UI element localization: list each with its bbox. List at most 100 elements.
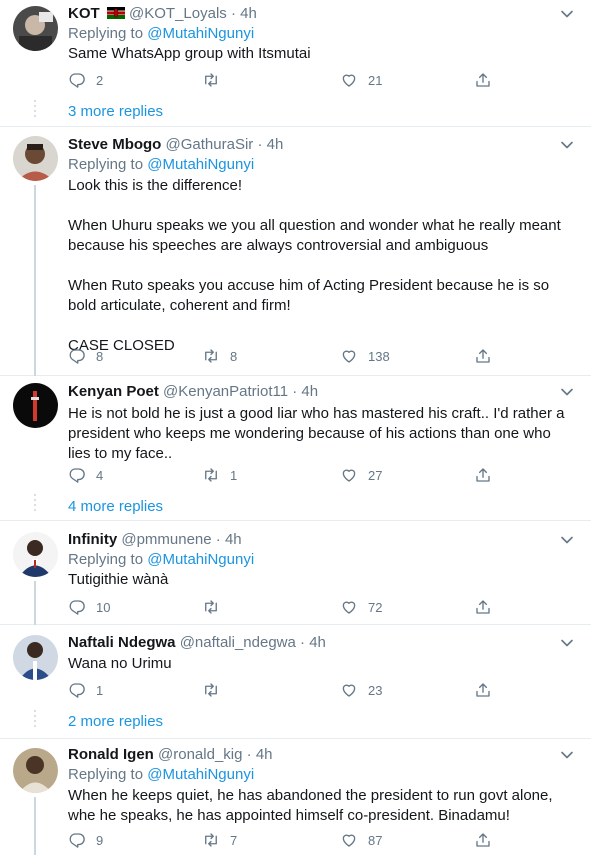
like-count: 21 bbox=[368, 72, 383, 88]
more-replies-link[interactable]: 4 more replies bbox=[68, 497, 163, 517]
retweet-icon bbox=[205, 468, 217, 482]
more-replies-link[interactable]: 3 more replies bbox=[68, 102, 163, 122]
share-button[interactable] bbox=[474, 596, 492, 618]
tweet[interactable]: KOT @KOT_Loyals · 4h Replying to @Mutahi… bbox=[0, 0, 591, 127]
avatar[interactable] bbox=[13, 748, 58, 793]
tweet[interactable]: Kenyan Poet @KenyanPatriot11 · 4h He is … bbox=[0, 376, 591, 521]
author-name[interactable]: KOT bbox=[68, 5, 100, 22]
mention-link[interactable]: @MutahiNgunyi bbox=[147, 551, 254, 568]
author-handle[interactable]: @pmmunene bbox=[121, 531, 211, 548]
tweet[interactable]: Naftali Ndegwa @naftali_ndegwa · 4h Wana… bbox=[0, 625, 591, 739]
like-count: 23 bbox=[368, 682, 383, 698]
retweet-icon bbox=[205, 600, 217, 614]
author-handle[interactable]: @naftali_ndegwa bbox=[180, 634, 296, 651]
share-button[interactable] bbox=[474, 679, 492, 701]
reply-count: 1 bbox=[96, 682, 104, 698]
reply-button[interactable]: 1 bbox=[68, 679, 103, 701]
like-button[interactable]: 72 bbox=[340, 596, 382, 618]
share-icon bbox=[476, 73, 490, 87]
tweet-text: Wana no Urimu bbox=[68, 655, 172, 672]
tweet-actions: 2 21 bbox=[68, 69, 528, 91]
tweet-actions: 8 8 138 bbox=[68, 345, 528, 367]
reply-button[interactable]: 9 bbox=[68, 829, 103, 851]
tweet[interactable]: Steve Mbogo @GathuraSir · 4h Replying to… bbox=[0, 127, 591, 376]
avatar[interactable] bbox=[13, 383, 58, 428]
tweet-text: Same WhatsApp group with Itsmutai bbox=[68, 45, 311, 62]
author-name[interactable]: Ronald Igen bbox=[68, 746, 154, 763]
retweet-button[interactable] bbox=[202, 679, 230, 701]
retweet-button[interactable]: 1 bbox=[202, 464, 237, 486]
heart-icon bbox=[342, 350, 356, 363]
author-name[interactable]: Infinity bbox=[68, 531, 117, 548]
timestamp[interactable]: 4h bbox=[240, 5, 257, 22]
avatar[interactable] bbox=[13, 532, 58, 577]
heart-icon bbox=[342, 684, 356, 697]
share-button[interactable] bbox=[474, 829, 492, 851]
author-handle[interactable]: @GathuraSir bbox=[166, 136, 254, 153]
chevron-down-icon[interactable] bbox=[559, 6, 575, 22]
reply-button[interactable]: 10 bbox=[68, 596, 110, 618]
share-icon bbox=[476, 349, 490, 363]
chevron-down-icon[interactable] bbox=[559, 635, 575, 651]
timestamp[interactable]: 4h bbox=[309, 634, 326, 651]
retweet-button[interactable] bbox=[202, 69, 230, 91]
retweet-icon bbox=[205, 349, 217, 363]
thread-line bbox=[34, 581, 36, 625]
author-name[interactable]: Kenyan Poet bbox=[68, 383, 159, 400]
share-button[interactable] bbox=[474, 69, 492, 91]
tweet[interactable]: Ronald Igen @ronald_kig · 4h Replying to… bbox=[0, 739, 591, 855]
reply-icon bbox=[69, 349, 85, 364]
replying-to: Replying to @MutahiNgunyi bbox=[68, 25, 255, 42]
mention-link[interactable]: @MutahiNgunyi bbox=[147, 25, 254, 42]
replying-to: Replying to @MutahiNgunyi bbox=[68, 551, 255, 568]
timestamp[interactable]: 4h bbox=[256, 746, 273, 763]
heart-icon bbox=[342, 601, 356, 614]
like-button[interactable]: 138 bbox=[340, 345, 390, 367]
like-button[interactable]: 23 bbox=[340, 679, 382, 701]
share-button[interactable] bbox=[474, 464, 492, 486]
author-handle[interactable]: @ronald_kig bbox=[158, 746, 242, 763]
chevron-down-icon[interactable] bbox=[559, 747, 575, 763]
heart-icon bbox=[342, 74, 356, 87]
thread-connector bbox=[33, 100, 37, 120]
like-count: 138 bbox=[368, 348, 390, 364]
author-name[interactable]: Naftali Ndegwa bbox=[68, 634, 176, 651]
retweet-icon bbox=[205, 683, 217, 697]
share-icon bbox=[476, 600, 490, 614]
avatar[interactable] bbox=[13, 6, 58, 51]
avatar[interactable] bbox=[13, 136, 58, 181]
thread-line bbox=[34, 797, 36, 855]
tweet-actions: 1 23 bbox=[68, 679, 528, 701]
retweet-button[interactable] bbox=[202, 596, 230, 618]
share-button[interactable] bbox=[474, 345, 492, 367]
timestamp[interactable]: 4h bbox=[225, 531, 242, 548]
tweet-text: When he keeps quiet, he has abandoned th… bbox=[68, 787, 557, 824]
like-button[interactable]: 21 bbox=[340, 69, 382, 91]
mention-link[interactable]: @MutahiNgunyi bbox=[147, 156, 254, 173]
like-button[interactable]: 87 bbox=[340, 829, 382, 851]
timestamp[interactable]: 4h bbox=[301, 383, 318, 400]
reply-icon bbox=[69, 73, 85, 88]
author-name[interactable]: Steve Mbogo bbox=[68, 136, 161, 153]
chevron-down-icon[interactable] bbox=[559, 532, 575, 548]
author-handle[interactable]: @KenyanPatriot11 bbox=[163, 383, 288, 400]
reply-button[interactable]: 8 bbox=[68, 345, 103, 367]
timestamp[interactable]: 4h bbox=[267, 136, 284, 153]
chevron-down-icon[interactable] bbox=[559, 137, 575, 153]
chevron-down-icon[interactable] bbox=[559, 384, 575, 400]
author-handle[interactable]: @KOT_Loyals bbox=[129, 5, 227, 22]
share-icon bbox=[476, 683, 490, 697]
tweet-text: Tutigithie wànà bbox=[68, 571, 169, 588]
reply-button[interactable]: 4 bbox=[68, 464, 103, 486]
reply-button[interactable]: 2 bbox=[68, 69, 103, 91]
reply-icon bbox=[69, 833, 85, 848]
like-button[interactable]: 27 bbox=[340, 464, 382, 486]
retweet-button[interactable]: 7 bbox=[202, 829, 237, 851]
retweet-button[interactable]: 8 bbox=[202, 345, 237, 367]
avatar[interactable] bbox=[13, 635, 58, 680]
like-count: 27 bbox=[368, 467, 383, 483]
tweet[interactable]: Infinity @pmmunene · 4h Replying to @Mut… bbox=[0, 521, 591, 625]
more-replies-link[interactable]: 2 more replies bbox=[68, 712, 163, 732]
reply-feed: KOT @KOT_Loyals · 4h Replying to @Mutahi… bbox=[0, 0, 591, 855]
mention-link[interactable]: @MutahiNgunyi bbox=[147, 766, 254, 783]
